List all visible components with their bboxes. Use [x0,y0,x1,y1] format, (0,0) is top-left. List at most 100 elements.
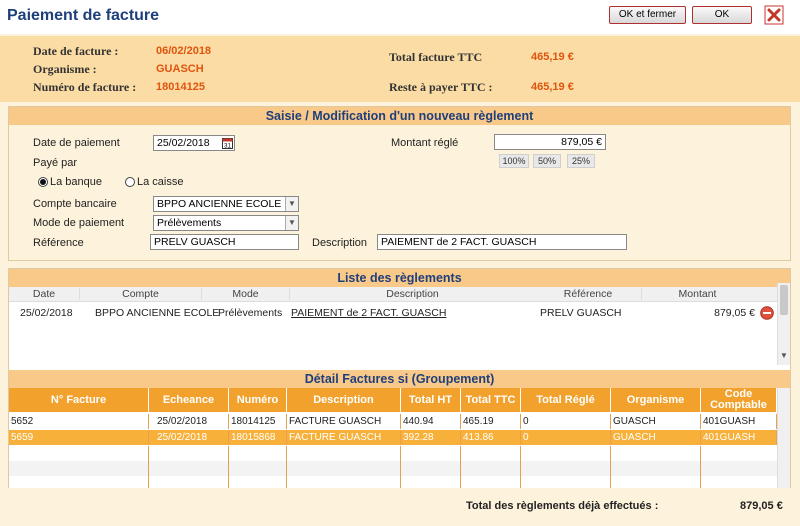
cell-total-regle: 0 [521,414,611,429]
invoice-number-label: Numéro de facture : [33,80,137,94]
chevron-down-icon[interactable]: ▼ [285,197,298,211]
col-total-regle: Total Réglé [521,388,611,412]
details-title: Détail Factures si (Groupement) [9,370,790,388]
remaining-value: 465,19 € [531,81,574,93]
col-code-comptable: Code Comptable [701,388,777,412]
col-numero: Numéro [229,388,287,412]
empty-rows [9,446,777,488]
cell-organisme: GUASCH [611,430,701,445]
close-button[interactable] [764,5,784,25]
details-header: N° Facture Echeance Numéro Description T… [9,388,777,412]
cell-organisme: GUASCH [611,414,701,429]
grid-line [400,446,401,488]
cell-description: FACTURE GUASCH [287,414,401,429]
scroll-down-icon[interactable]: ▼ [780,351,788,360]
cell-total-ht: 440.94 [401,414,461,429]
col-num-facture: N° Facture [9,388,149,412]
list-scrollbar-thumb[interactable] [780,285,788,315]
col-total-ttc: Total TTC [461,388,521,412]
cell-code-comptable: 401GUASH [701,414,777,429]
account-label: Compte bancaire [33,198,117,210]
payment-date-label: Date de paiement [33,137,120,149]
col-echeance: Echeance [149,388,229,412]
close-icon [764,5,784,25]
description-input[interactable]: PAIEMENT de 2 FACT. GUASCH [377,234,627,250]
col-date: Date [32,288,56,300]
row-reference: PRELV GUASCH [540,307,622,319]
pct-100-button[interactable]: 100% [499,154,529,168]
radio-bank[interactable] [38,177,48,187]
delete-icon[interactable] [760,306,774,323]
radio-bank-label: La banque [50,176,102,188]
reference-input[interactable]: PRELV GUASCH [150,234,299,250]
cell-total-regle: 0 [521,430,611,445]
pct-50-button[interactable]: 50% [533,154,561,168]
payment-form-title: Saisie / Modification d'un nouveau règle… [9,107,790,125]
cell-code-comptable: 401GUASH [701,430,777,445]
table-row[interactable]: 5659 25/02/2018 18015868 FACTURE GUASCH … [9,430,777,445]
row-montant: 879,05 € [714,307,755,319]
paid-by-label: Payé par [33,157,78,169]
reglements-title: Liste des règlements [9,269,790,287]
grid-line [286,446,287,488]
mode-select[interactable]: Prélèvements ▼ [153,215,299,231]
calendar-icon[interactable]: 31 [222,137,233,150]
payment-form-panel: Saisie / Modification d'un nouveau règle… [8,106,791,261]
table-row[interactable]: 5652 25/02/2018 18014125 FACTURE GUASCH … [9,414,777,429]
invoice-date-value: 06/02/2018 [156,45,212,57]
invoice-date-label: Date de facture : [33,44,119,58]
payment-date-value: 25/02/2018 [157,137,210,149]
amount-input[interactable]: 879,05 € [494,134,606,150]
invoice-summary: Date de facture : 06/02/2018 Organisme :… [0,36,800,102]
col-organisme: Organisme [611,388,701,412]
window-header: Paiement de facture OK et fermer OK [0,0,800,34]
row-description-link[interactable]: PAIEMENT de 2 FACT. GUASCH [291,307,446,319]
grid-line [610,446,611,488]
row-compte: BPPO ANCIENNE ECOLE [95,307,220,319]
total-ttc-value: 465,19 € [531,51,574,63]
organism-label: Organisme : [33,62,97,76]
grid-line [460,446,461,488]
ok-and-close-button[interactable]: OK et fermer [609,6,686,24]
pct-25-button[interactable]: 25% [567,154,595,168]
row-date: 25/02/2018 [20,307,73,319]
amount-label: Montant réglé [391,137,459,149]
cell-total-ttc: 465.19 [461,414,521,429]
account-select[interactable]: BPPO ANCIENNE ECOLE ▼ [153,196,299,212]
cell-numero: 18014125 [229,414,287,429]
cell-num-facture: 5652 [9,414,149,429]
total-ttc-label: Total facture TTC [389,50,483,64]
invoice-number-value: 18014125 [156,81,205,93]
radio-cash[interactable] [125,177,135,187]
cell-echeance: 25/02/2018 [149,414,229,429]
details-scrollbar[interactable] [777,388,790,488]
mode-label: Mode de paiement [33,217,125,229]
cell-echeance: 25/02/2018 [149,430,229,445]
radio-cash-label: La caisse [137,176,184,188]
grid-line [148,446,149,488]
ok-button[interactable]: OK [692,6,752,24]
list-item[interactable]: 25/02/2018 BPPO ANCIENNE ECOLE Prélèveme… [9,303,777,323]
col-reference: Référence [563,288,613,300]
row-mode: Prélèvements [218,307,283,319]
cell-description: FACTURE GUASCH [287,430,401,445]
grid-line [228,446,229,488]
reglements-header: Date Compte Mode Description Référence M… [9,287,777,302]
col-description: Description [287,388,401,412]
grid-line [520,446,521,488]
payment-date-input[interactable]: 25/02/2018 31 [153,135,235,151]
description-label: Description [312,237,368,249]
cell-numero: 18015868 [229,430,287,445]
cell-total-ht: 392.28 [401,430,461,445]
col-total-ht: Total HT [401,388,461,412]
grid-line [700,446,701,488]
chevron-down-icon[interactable]: ▼ [285,216,298,230]
list-scrollbar[interactable]: ▼ [777,283,790,365]
reference-label: Référence [33,237,84,249]
col-description: Description [289,288,535,300]
col-montant: Montant [641,288,753,300]
organism-value: GUASCH [156,63,204,75]
remaining-label: Reste à payer TTC : [389,80,493,94]
col-mode: Mode [201,288,289,300]
col-compte: Compte [79,288,201,300]
